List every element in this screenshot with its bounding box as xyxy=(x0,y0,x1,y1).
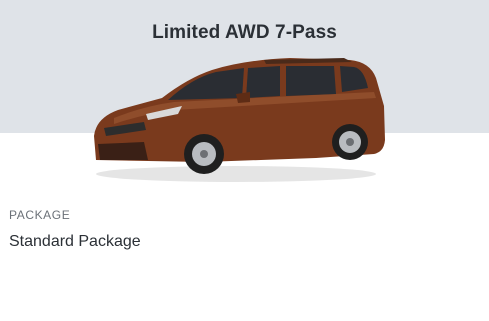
trim-card[interactable]: Limited AWD 7-Pass PACKAGE Standard Pack… xyxy=(0,0,489,321)
package-label: PACKAGE xyxy=(9,208,71,222)
package-value: Standard Package xyxy=(9,233,141,250)
minivan-image xyxy=(94,58,385,182)
trim-title: Limited AWD 7-Pass xyxy=(152,22,337,43)
